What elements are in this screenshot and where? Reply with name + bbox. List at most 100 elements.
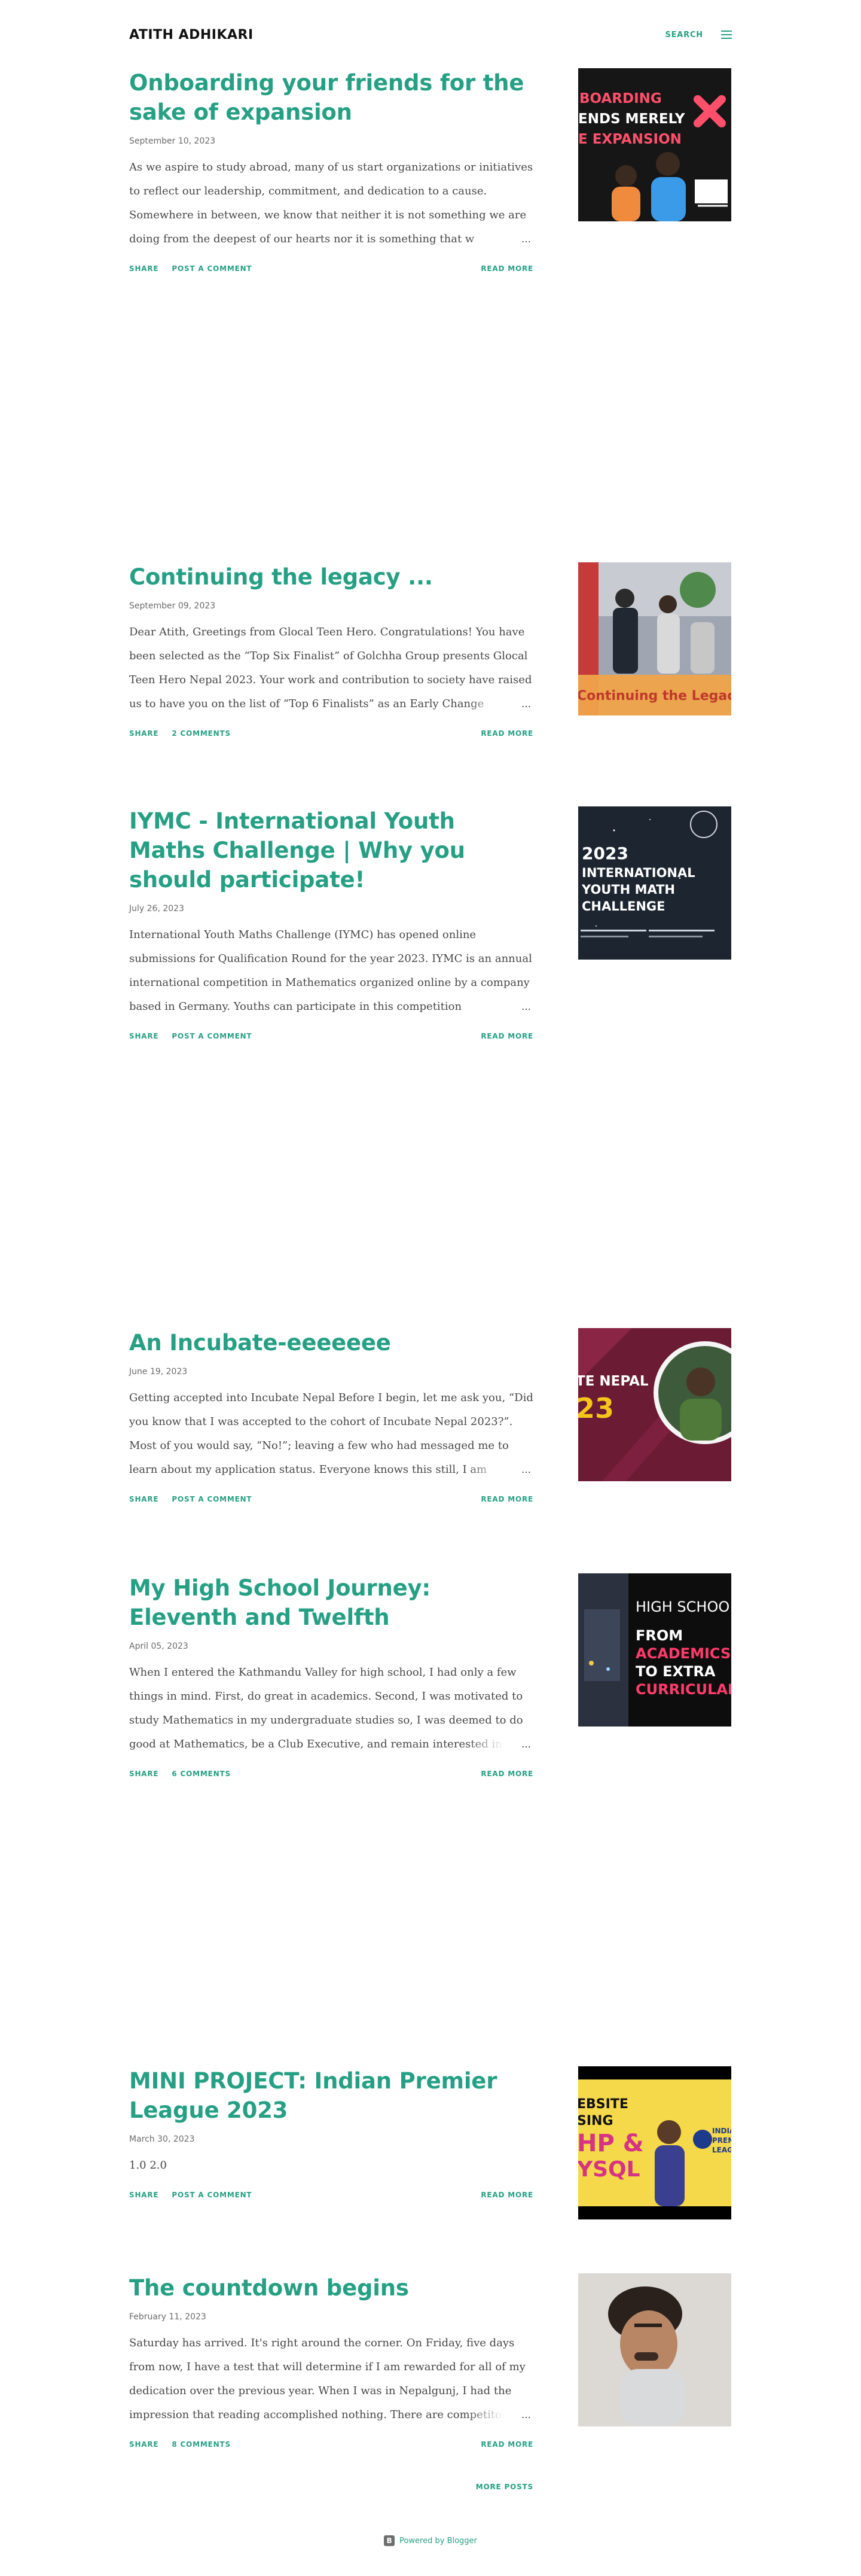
post-date: June 19, 2023 [129,1367,188,1377]
post-footer: SHARE 8 COMMENTS READ MORE [129,2440,533,2449]
thumb-text: TO EXTRA [636,1663,716,1680]
thumb-text: PREM [712,2136,731,2145]
ellipsis-icon: … [521,1738,531,1750]
thumb-text: CHALLENGE [582,899,665,914]
comments-link[interactable]: POST A COMMENT [172,1032,252,1040]
post-footer: SHARE POST A COMMENT READ MORE [129,2191,533,2199]
thumb-text: 23 [578,1392,614,1424]
post-footer: SHARE 2 COMMENTS READ MORE [129,729,533,738]
share-button[interactable]: SHARE [129,264,158,273]
post-footer: SHARE 6 COMMENTS READ MORE [129,1770,533,1778]
thumb-text: 2023 [582,844,628,863]
post-snippet-text: Saturday has arrived. It's right around … [129,2337,526,2421]
post-thumbnail[interactable] [578,2273,731,2426]
post-date: September 09, 2023 [129,601,216,611]
post-title[interactable]: My High School Journey: Eleventh and Twe… [129,1573,533,1632]
read-more-link[interactable]: READ MORE [481,1032,533,1040]
header-actions: SEARCH [665,31,732,39]
post-date: April 05, 2023 [129,1642,188,1651]
post-date: September 10, 2023 [129,136,216,146]
post-date: February 11, 2023 [129,2312,206,2322]
post-text: My High School Journey: Eleventh and Twe… [129,1573,533,1778]
post-snippet: As we aspire to study abroad, many of us… [129,156,533,251]
post-text: An Incubate-eeeeeee June 19, 2023 Gettin… [129,1328,533,1503]
thumb-text: YOUTH MATH [581,882,675,897]
post-thumbnail[interactable]: HIGH SCHOO FROM ACADEMICS TO EXTRA CURRI… [578,1573,731,1727]
read-more-link[interactable]: READ MORE [481,2191,533,2199]
post-title[interactable]: An Incubate-eeeeeee [129,1328,533,1357]
post-snippet: 1.0 2.0 [129,2154,533,2178]
ellipsis-icon: … [521,233,531,245]
post-title[interactable]: IYMC - International Youth Maths Challen… [129,806,533,894]
post-snippet: When I entered the Kathmandu Valley for … [129,1661,533,1756]
post-snippet: Dear Atith, Greetings from Glocal Teen H… [129,620,533,716]
search-button[interactable]: SEARCH [665,31,703,39]
blog-title[interactable]: ATITH ADHIKARI [129,28,254,42]
read-more-link[interactable]: READ MORE [481,1495,533,1503]
post-snippet: Getting accepted into Incubate Nepal Bef… [129,1386,533,1482]
post-footer: SHARE POST A COMMENT READ MORE [129,1495,533,1503]
post-text: The countdown begins February 11, 2023 S… [129,2273,533,2449]
blog-page: ATITH ADHIKARI SEARCH Onboarding your fr… [0,0,861,2576]
share-button[interactable]: SHARE [129,1770,158,1778]
thumb-text: E EXPANSION [578,132,682,147]
thumb-text: ENDS MERELY [578,111,685,127]
post-title[interactable]: MINI PROJECT: Indian Premier League 2023 [129,2066,533,2125]
post-date: March 30, 2023 [129,2135,195,2144]
post-snippet: Saturday has arrived. It's right around … [129,2331,533,2427]
post-thumbnail[interactable]: Continuing the Legacy [578,562,731,715]
post-title[interactable]: Onboarding your friends for the sake of … [129,68,533,127]
share-button[interactable]: SHARE [129,729,158,738]
ellipsis-icon: … [521,2409,531,2420]
thumb-text: SING [578,2114,613,2129]
thumb-text: INTERNATIONAL [582,866,695,880]
blogger-icon: B [384,2535,395,2546]
thumb-text: INDIA [712,2127,731,2135]
share-button[interactable]: SHARE [129,2191,158,2199]
share-button[interactable]: SHARE [129,1495,158,1503]
hamburger-menu-icon[interactable] [721,31,732,39]
post-thumbnail[interactable]: BOARDING ENDS MERELY E EXPANSION [578,68,731,221]
ellipsis-icon: … [521,1464,531,1475]
ellipsis-icon: … [521,698,531,710]
comments-link[interactable]: 6 COMMENTS [172,1770,231,1778]
thumb-text: LEAG [712,2146,731,2154]
comments-link[interactable]: POST A COMMENT [172,1495,252,1503]
read-more-link[interactable]: READ MORE [481,264,533,273]
thumb-text: CURRICULAR [636,1681,731,1698]
blog-header: ATITH ADHIKARI SEARCH [129,18,732,51]
post-text: Onboarding your friends for the sake of … [129,68,533,273]
post-snippet-text: When I entered the Kathmandu Valley for … [129,1666,523,1750]
thumb-text: EBSITE [578,2097,628,2112]
thumb-text: BOARDING [579,91,662,106]
post-thumbnail[interactable]: TE NEPAL 23 [578,1328,731,1481]
thumb-text: ACADEMICS [636,1645,731,1662]
post-thumbnail[interactable]: EBSITE SING HP & YSQL INDIA PREM LEAG [578,2066,731,2219]
more-posts-link[interactable]: MORE POSTS [129,2483,533,2491]
powered-by-footer[interactable]: B Powered by Blogger [0,2535,861,2546]
post-text: MINI PROJECT: Indian Premier League 2023… [129,2066,533,2199]
comments-link[interactable]: POST A COMMENT [172,264,252,273]
post-thumbnail[interactable]: 2023 INTERNATIONAL YOUTH MATH CHALLENGE [578,806,731,960]
share-button[interactable]: SHARE [129,1032,158,1040]
read-more-link[interactable]: READ MORE [481,1770,533,1778]
comments-link[interactable]: 2 COMMENTS [172,729,231,738]
powered-by-text[interactable]: Powered by Blogger [399,2537,477,2545]
comments-link[interactable]: 8 COMMENTS [172,2440,231,2449]
post-title[interactable]: Continuing the legacy ... [129,562,533,592]
thumb-text: HP & [578,2130,644,2157]
thumb-text: YSQL [578,2157,640,2182]
thumb-text: FROM [636,1627,683,1644]
read-more-link[interactable]: READ MORE [481,729,533,738]
comments-link[interactable]: POST A COMMENT [172,2191,252,2199]
post-snippet-text: 1.0 2.0 [129,2159,167,2172]
thumb-text: Continuing the Legacy [578,689,731,704]
post-snippet: International Youth Maths Challenge (IYM… [129,923,533,1019]
thumb-text: HIGH SCHOO [636,1598,729,1615]
share-button[interactable]: SHARE [129,2440,158,2449]
post-text: Continuing the legacy ... September 09, … [129,562,533,738]
read-more-link[interactable]: READ MORE [481,2440,533,2449]
post-footer: SHARE POST A COMMENT READ MORE [129,1032,533,1040]
post-text: IYMC - International Youth Maths Challen… [129,806,533,1040]
post-title[interactable]: The countdown begins [129,2273,533,2303]
